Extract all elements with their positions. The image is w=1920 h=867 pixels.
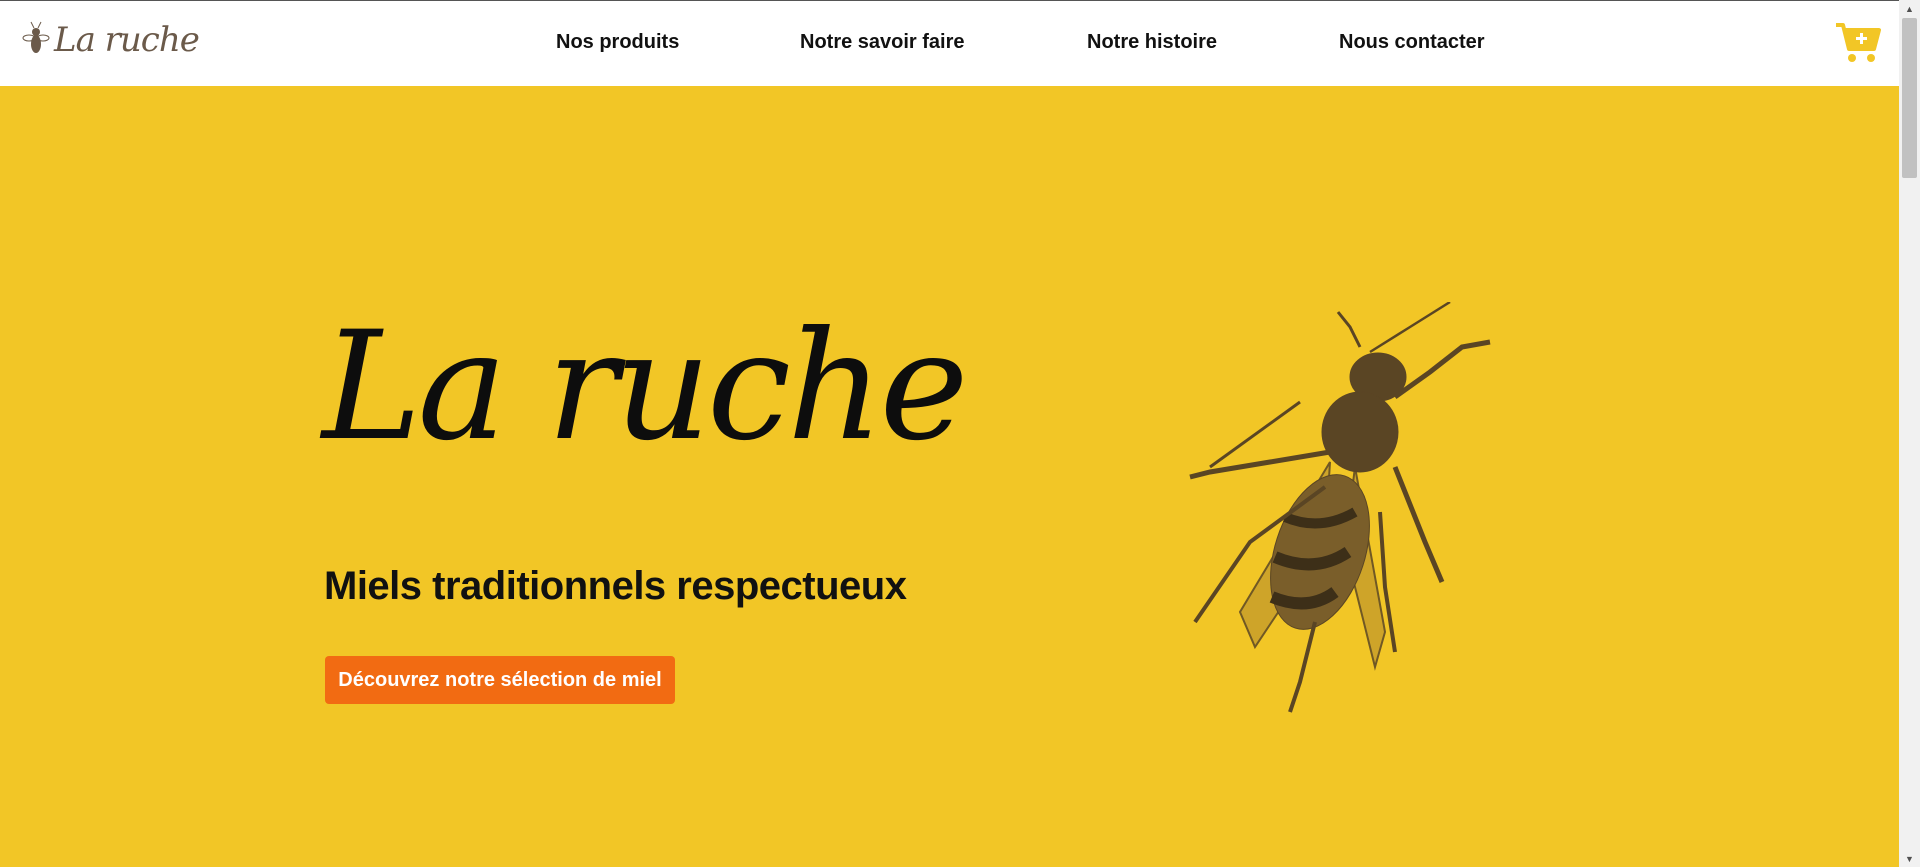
site-header: La ruche Nos produits Notre savoir faire… [0,0,1899,86]
scroll-down-icon[interactable]: ▼ [1899,850,1920,867]
nav-item-nos-produits[interactable]: Nos produits [556,31,679,54]
hero-title-text: La ruche [322,300,968,474]
hero-title: La ruche [322,312,1022,512]
main-nav: Nos produits Notre savoir faire Notre hi… [0,1,1899,87]
bee-illustration [1189,302,1491,713]
nav-item-nous-contacter[interactable]: Nous contacter [1339,31,1485,54]
vertical-scrollbar[interactable]: ▲ ▼ [1899,0,1920,867]
scroll-thumb[interactable] [1902,18,1917,178]
hero-section: La ruche Miels traditionnels respectueux… [0,86,1899,867]
hero-subtitle: Miels traditionnels respectueux [324,564,907,608]
discover-honey-button[interactable]: Découvrez notre sélection de miel [325,656,675,704]
nav-item-notre-savoir-faire[interactable]: Notre savoir faire [800,31,965,54]
scroll-up-icon[interactable]: ▲ [1899,0,1920,17]
cart-plus-icon [1836,23,1881,62]
cart-button[interactable] [1834,21,1882,65]
nav-item-notre-histoire[interactable]: Notre histoire [1087,31,1217,54]
